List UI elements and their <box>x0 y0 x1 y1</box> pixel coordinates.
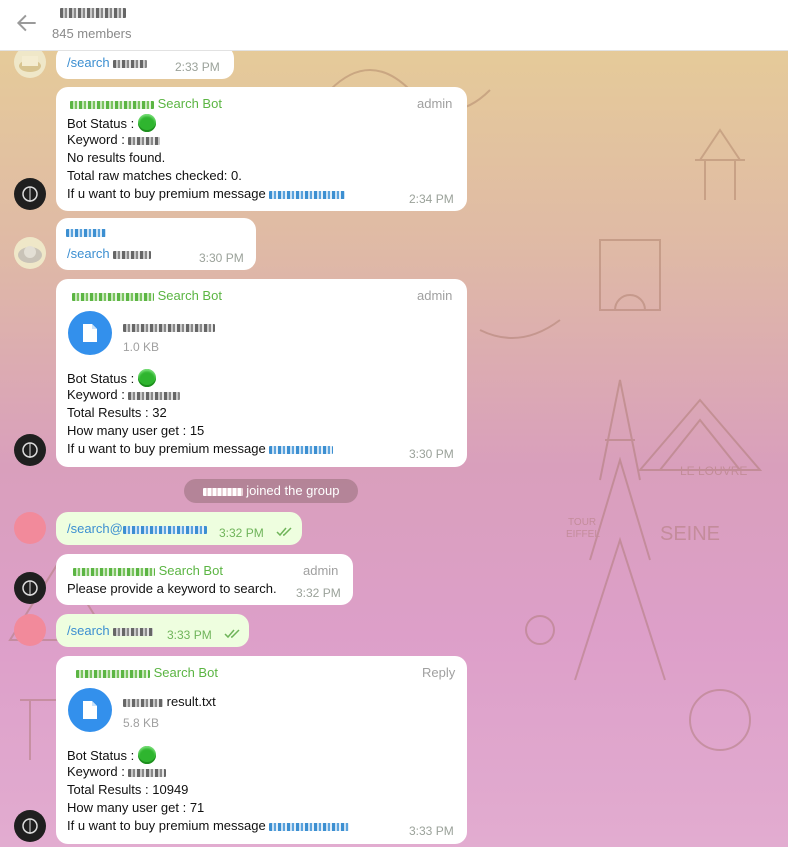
message-bubble[interactable]: Search Bot Reply result.txt 5.8 KB Bot S… <box>56 656 467 844</box>
svg-text:EIFFEL: EIFFEL <box>566 529 600 540</box>
total-results-text: Total Results : 10949 <box>67 782 189 797</box>
svg-text:TOUR: TOUR <box>568 517 596 528</box>
file-size: 5.8 KB <box>123 716 160 730</box>
user-count-text: How many user get : 71 <box>67 800 205 815</box>
message-bubble[interactable]: Search Bot admin 1.0 KB Bot Status : Key… <box>56 279 467 467</box>
double-check-icon <box>224 629 240 639</box>
reply-button[interactable]: Reply <box>422 665 455 680</box>
sender-name[interactable]: Search Bot <box>159 563 223 578</box>
premium-text: If u want to buy premium message <box>67 186 266 201</box>
sender-name[interactable]: Search Bot <box>154 665 218 680</box>
status-dot-icon <box>137 114 156 132</box>
message-text: Please provide a keyword to search. <box>67 581 277 596</box>
service-message: joined the group <box>184 479 358 503</box>
status-dot-icon <box>137 369 156 387</box>
message-text[interactable]: /search@ <box>67 521 123 536</box>
sender-name[interactable]: Search Bot <box>158 288 222 303</box>
bot-avatar[interactable] <box>14 434 46 466</box>
message-time: 2:33 PM <box>175 60 220 74</box>
premium-text: If u want to buy premium message <box>67 441 266 456</box>
file-download-button[interactable] <box>68 688 112 732</box>
message-time: 3:33 PM <box>409 824 454 838</box>
admin-badge: admin <box>303 563 339 578</box>
svg-text:SEINE: SEINE <box>660 523 720 545</box>
keyword-label: Keyword : <box>67 764 125 779</box>
file-name[interactable]: result.txt <box>167 694 216 709</box>
message-bubble-outgoing[interactable]: /search@ 3:32 PM <box>56 512 302 545</box>
premium-link[interactable] <box>269 445 334 454</box>
bot-avatar[interactable] <box>14 572 46 604</box>
bot-avatar[interactable] <box>14 178 46 210</box>
admin-badge: admin <box>417 96 453 111</box>
member-count: 845 members <box>52 26 132 41</box>
file-icon <box>83 324 97 342</box>
message-bubble[interactable]: /search 3:30 PM <box>56 218 256 270</box>
message-time: 3:33 PM <box>167 628 212 642</box>
chat-title[interactable] <box>60 4 126 20</box>
message-text[interactable]: /search <box>67 55 110 70</box>
bot-status-label: Bot Status : <box>67 748 135 763</box>
user-count-text: How many user get : 15 <box>67 423 205 438</box>
service-text: joined the group <box>246 483 340 498</box>
premium-link[interactable] <box>269 822 350 831</box>
keyword-label: Keyword : <box>67 132 125 147</box>
double-check-icon <box>276 527 292 537</box>
file-icon <box>83 701 97 719</box>
avatar[interactable] <box>14 614 46 646</box>
premium-text: If u want to buy premium message <box>67 818 266 833</box>
status-dot-icon <box>137 746 156 764</box>
file-size: 1.0 KB <box>123 340 160 354</box>
no-results-text: No results found. <box>67 150 166 165</box>
bot-status-label: Bot Status : <box>67 371 135 386</box>
message-bubble[interactable]: Search Bot admin Please provide a keywor… <box>56 554 353 605</box>
chat-header: 845 members <box>0 0 788 51</box>
avatar[interactable] <box>14 237 46 269</box>
total-results-text: Total Results : 32 <box>67 405 167 420</box>
premium-link[interactable] <box>269 190 346 199</box>
file-download-button[interactable] <box>68 311 112 355</box>
avatar[interactable] <box>14 512 46 544</box>
message-text[interactable]: /search <box>67 623 110 638</box>
keyword-label: Keyword : <box>67 387 125 402</box>
message-time: 3:30 PM <box>409 447 454 461</box>
admin-badge: admin <box>417 288 453 303</box>
message-time: 3:30 PM <box>199 251 244 265</box>
message-time: 3:32 PM <box>219 526 264 540</box>
svg-text:LE LOUVRE: LE LOUVRE <box>680 464 747 478</box>
message-bubble[interactable]: Search Bot admin Bot Status : Keyword : … <box>56 87 467 211</box>
sender-name[interactable]: Search Bot <box>158 96 222 111</box>
message-bubble-outgoing[interactable]: /search 3:33 PM <box>56 614 249 647</box>
total-raw-text: Total raw matches checked: 0. <box>67 168 242 183</box>
message-time: 2:34 PM <box>409 192 454 206</box>
message-time: 3:32 PM <box>296 586 341 600</box>
bot-status-label: Bot Status : <box>67 116 135 131</box>
bot-avatar[interactable] <box>14 810 46 842</box>
message-text[interactable]: /search <box>67 246 110 261</box>
back-arrow-icon[interactable] <box>14 10 40 36</box>
